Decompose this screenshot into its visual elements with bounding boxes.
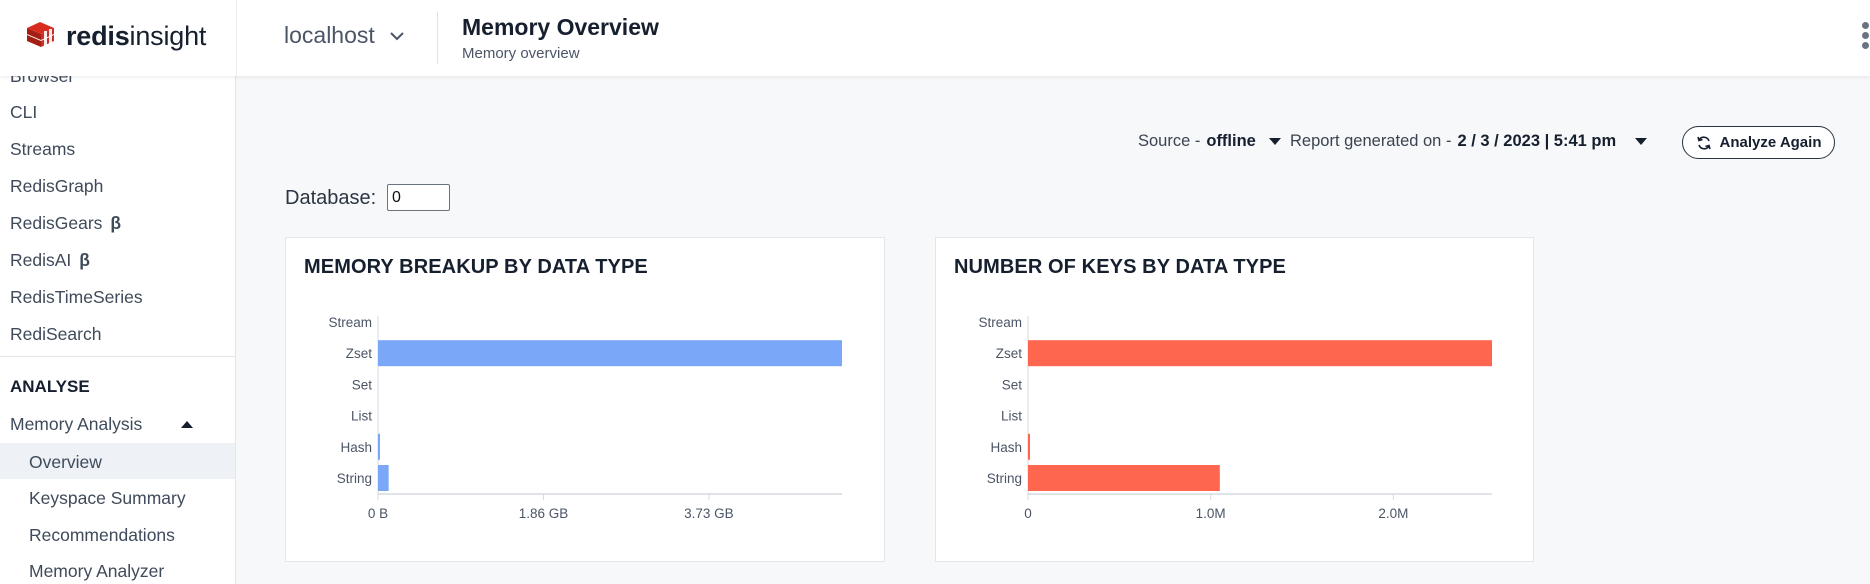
y-tick-label: Hash (990, 440, 1022, 455)
sidebar-item-redisearch[interactable]: RediSearch (10, 324, 101, 345)
y-tick-label: Set (1002, 377, 1023, 392)
header-divider (437, 12, 438, 64)
sidebar-item-label: Keyspace Summary (29, 488, 186, 508)
logo-text-bold: redis (66, 20, 130, 51)
sidebar-item-label: RedisGears (10, 213, 103, 233)
database-number-input[interactable] (387, 184, 450, 211)
report-date-value: 2 / 3 / 2023 | 5:41 pm (1457, 132, 1617, 150)
sidebar-item-memory-analyzer[interactable]: Memory Analyzer (29, 561, 164, 582)
memory-breakup-chart-card: MEMORY BREAKUP BY DATA TYPE 0 B 1.86 GB 3.… (285, 237, 885, 562)
sidebar-item-overview[interactable]: Overview (29, 452, 102, 473)
y-tick-label: String (987, 471, 1022, 486)
sidebar-group-label: Memory Analysis (10, 414, 143, 434)
x-tick-label: 1.86 GB (519, 506, 569, 521)
database-selector[interactable]: localhost (284, 22, 405, 49)
y-tick-label: List (351, 409, 372, 424)
page-subtitle: Memory overview (462, 45, 580, 62)
sidebar-item-label: CLI (10, 102, 38, 122)
sidebar-item-label: Recommendations (29, 525, 175, 545)
y-tick-label: Stream (328, 315, 372, 330)
x-tick-label: 0 B (368, 506, 388, 521)
sidebar-item-redistimeseries[interactable]: RedisTimeSeries (10, 287, 143, 308)
sidebar-item-label: Streams (10, 139, 76, 159)
bar-string[interactable] (378, 465, 389, 491)
logo-text-normal: insight (129, 20, 207, 51)
y-tick-label: Zset (346, 346, 373, 361)
sidebar-item-label: RedisGraph (10, 176, 104, 196)
sidebar-item-label: Overview (29, 452, 102, 472)
keys-by-type-chart-card: NUMBER OF KEYS BY DATA TYPE 0 1.0M 2.0M Str… (935, 237, 1534, 562)
sidebar-item-recommendations[interactable]: Recommendations (29, 525, 175, 546)
bar-hash[interactable] (1028, 433, 1030, 460)
sidebar-item-keyspace-summary[interactable]: Keyspace Summary (29, 488, 186, 509)
header-divider (236, 0, 237, 76)
beta-badge: β (79, 250, 90, 270)
caret-down-icon (1268, 138, 1281, 145)
redisinsight-logo[interactable]: redisinsight (24, 20, 206, 52)
x-tick-label: 0 (1024, 506, 1032, 521)
sidebar-item-label: RedisTimeSeries (10, 287, 143, 307)
source-label: Source - (1138, 132, 1201, 150)
more-options-icon[interactable] (1862, 22, 1870, 52)
sidebar-divider (0, 356, 235, 357)
page-title: Memory Overview (462, 14, 659, 40)
sidebar-item-cli[interactable]: CLI (10, 102, 37, 123)
sidebar-item-browser[interactable]: Browser (10, 76, 74, 87)
keys-by-type-chart: 0 1.0M 2.0M Stream Zset Set List Hash String (978, 315, 1492, 521)
caret-up-icon (181, 421, 193, 428)
y-tick-label: Set (352, 377, 373, 392)
bar-zset[interactable] (1028, 340, 1492, 367)
sidebar-item-label: Memory Analyzer (29, 561, 165, 581)
refresh-icon (1696, 135, 1711, 150)
bar-zset[interactable] (378, 340, 842, 367)
sidebar: Browser CLI Streams RedisGraph RedisGear… (0, 76, 236, 584)
database-name: localhost (284, 22, 375, 48)
sidebar-item-label: RedisAI (10, 250, 72, 270)
database-field-label: Database: (285, 187, 377, 209)
y-tick-label: Stream (978, 315, 1022, 330)
y-tick-label: List (1001, 409, 1022, 424)
app-header: redisinsight localhost Memory Overview M… (0, 0, 1870, 76)
analyze-again-button[interactable]: Analyze Again (1682, 126, 1835, 159)
memory-breakup-chart: 0 B 1.86 GB 3.73 GB Stream Zset Set List Hash St… (328, 315, 842, 521)
report-date-selector[interactable]: Report generated on - 2 / 3 / 2023 | 5:4… (1290, 132, 1648, 151)
sidebar-item-label: RediSearch (10, 324, 102, 344)
analyze-again-label: Analyze Again (1719, 134, 1822, 151)
report-label: Report generated on - (1290, 132, 1452, 150)
bar-hash[interactable] (378, 433, 380, 460)
sidebar-item-redisgears[interactable]: RedisGears β (10, 213, 121, 234)
y-tick-label: Hash (340, 440, 372, 455)
logo-text: redisinsight (66, 21, 206, 52)
source-selector[interactable]: Source - offline (1138, 132, 1282, 151)
source-value: offline (1206, 132, 1256, 150)
chevron-down-icon (390, 31, 404, 40)
x-tick-label: 1.0M (1196, 506, 1226, 521)
x-tick-label: 3.73 GB (684, 506, 734, 521)
y-tick-label: Zset (996, 346, 1023, 361)
caret-down-icon (1635, 138, 1648, 145)
x-tick-label: 2.0M (1378, 506, 1408, 521)
section-label-analyse: ANALYSE (10, 377, 90, 396)
redis-logo-icon (27, 22, 54, 48)
sidebar-item-streams[interactable]: Streams (10, 139, 75, 160)
bar-string[interactable] (1028, 465, 1220, 491)
sidebar-item-redisgraph[interactable]: RedisGraph (10, 176, 103, 197)
y-tick-label: String (337, 471, 372, 486)
beta-badge: β (110, 213, 122, 233)
sidebar-group-memory-analysis[interactable]: Memory Analysis (10, 414, 196, 435)
sidebar-item-label: Browser (10, 76, 75, 86)
sidebar-item-redisai[interactable]: RedisAI β (10, 250, 90, 271)
